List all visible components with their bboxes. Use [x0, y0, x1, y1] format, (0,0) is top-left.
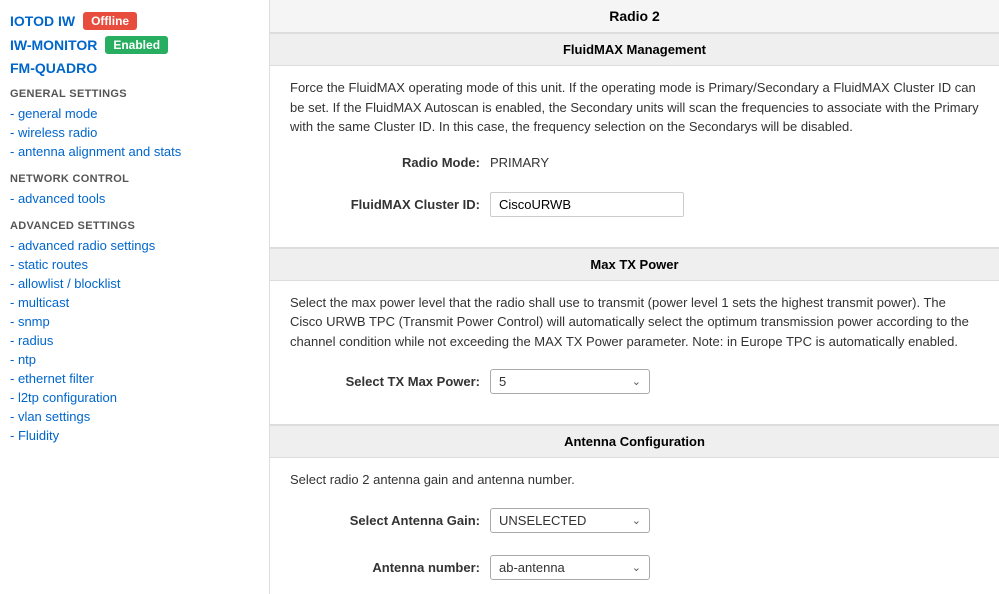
sidebar-item-wireless-radio[interactable]: - wireless radio	[10, 123, 259, 142]
sidebar-offline-badge: Offline	[83, 12, 137, 30]
antenna-number-value: ab-antenna	[499, 560, 565, 575]
sidebar-item-l2tp[interactable]: - l2tp configuration	[10, 388, 259, 407]
advanced-settings-label: ADVANCED SETTINGS	[10, 220, 259, 232]
antenna-gain-label: Select Antenna Gain:	[290, 513, 490, 528]
cluster-id-input[interactable]	[490, 192, 684, 217]
antenna-config-description: Select radio 2 antenna gain and antenna …	[290, 470, 979, 490]
antenna-config-section-body: Select radio 2 antenna gain and antenna …	[270, 458, 999, 594]
sidebar-item-ethernet-filter[interactable]: - ethernet filter	[10, 369, 259, 388]
tx-max-power-label: Select TX Max Power:	[290, 374, 490, 389]
sidebar-app3-link[interactable]: FM-QUADRO	[10, 60, 97, 76]
tx-max-power-select[interactable]: 5 ⌄	[490, 369, 650, 394]
radio-mode-value: PRIMARY	[490, 155, 549, 170]
sidebar-item-advanced-radio[interactable]: - advanced radio settings	[10, 236, 259, 255]
sidebar-item-fluidity[interactable]: - Fluidity	[10, 426, 259, 445]
sidebar-item-ntp[interactable]: - ntp	[10, 350, 259, 369]
tx-max-power-chevron-icon: ⌄	[632, 375, 641, 388]
antenna-number-row: Antenna number: ab-antenna ⌄	[290, 551, 979, 584]
max-tx-power-section-body: Select the max power level that the radi…	[270, 281, 999, 425]
sidebar-item-general-mode[interactable]: - general mode	[10, 104, 259, 123]
sidebar-app2-link[interactable]: IW-MONITOR	[10, 37, 97, 53]
sidebar-enabled-badge: Enabled	[105, 36, 168, 54]
radio-mode-row: Radio Mode: PRIMARY	[290, 151, 979, 174]
sidebar-item-allowlist[interactable]: - allowlist / blocklist	[10, 274, 259, 293]
sidebar: IOTOD IW Offline IW-MONITOR Enabled FM-Q…	[0, 0, 270, 594]
antenna-gain-chevron-icon: ⌄	[632, 514, 641, 527]
antenna-gain-select[interactable]: UNSELECTED ⌄	[490, 508, 650, 533]
cluster-id-label: FluidMAX Cluster ID:	[290, 197, 490, 212]
max-tx-power-description: Select the max power level that the radi…	[290, 293, 979, 352]
sidebar-item-antenna-alignment[interactable]: - antenna alignment and stats	[10, 142, 259, 161]
sidebar-item-snmp[interactable]: - snmp	[10, 312, 259, 331]
antenna-gain-value: UNSELECTED	[499, 513, 586, 528]
radio-mode-label: Radio Mode:	[290, 155, 490, 170]
cluster-id-row: FluidMAX Cluster ID:	[290, 188, 979, 221]
network-control-label: NETWORK CONTROL	[10, 173, 259, 185]
sidebar-item-static-routes[interactable]: - static routes	[10, 255, 259, 274]
sidebar-item-advanced-tools[interactable]: - advanced tools	[10, 189, 259, 208]
fluidmax-section-body: Force the FluidMAX operating mode of thi…	[270, 66, 999, 247]
sidebar-item-radius[interactable]: - radius	[10, 331, 259, 350]
tx-max-power-row: Select TX Max Power: 5 ⌄	[290, 365, 979, 398]
general-settings-label: GENERAL SETTINGS	[10, 88, 259, 100]
antenna-gain-row: Select Antenna Gain: UNSELECTED ⌄	[290, 504, 979, 537]
page-title: Radio 2	[270, 0, 999, 33]
sidebar-item-multicast[interactable]: - multicast	[10, 293, 259, 312]
antenna-number-select[interactable]: ab-antenna ⌄	[490, 555, 650, 580]
tx-max-power-value: 5	[499, 374, 506, 389]
main-content: Radio 2 FluidMAX Management Force the Fl…	[270, 0, 999, 594]
sidebar-app1-row: IOTOD IW Offline	[10, 12, 259, 30]
sidebar-app2-row: IW-MONITOR Enabled	[10, 36, 259, 54]
sidebar-app1-link[interactable]: IOTOD IW	[10, 13, 75, 29]
fluidmax-description: Force the FluidMAX operating mode of thi…	[290, 78, 979, 137]
sidebar-app3-row: FM-QUADRO	[10, 60, 259, 76]
antenna-number-label: Antenna number:	[290, 560, 490, 575]
max-tx-power-section-header: Max TX Power	[270, 248, 999, 281]
sidebar-item-vlan[interactable]: - vlan settings	[10, 407, 259, 426]
fluidmax-section-header: FluidMAX Management	[270, 33, 999, 66]
antenna-config-section-header: Antenna Configuration	[270, 425, 999, 458]
antenna-number-chevron-icon: ⌄	[632, 561, 641, 574]
